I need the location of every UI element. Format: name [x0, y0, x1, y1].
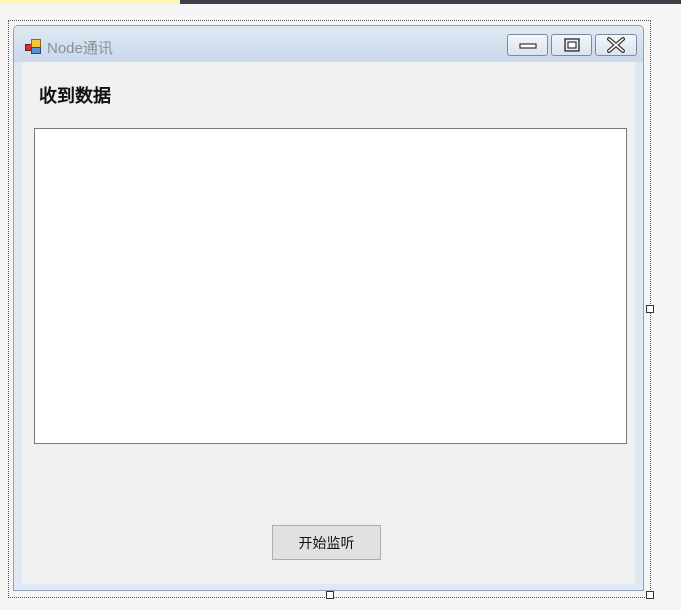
form-client-area: 收到数据 开始监听	[22, 62, 635, 584]
designer-surface: Node通讯 收到数据 开始监听	[8, 20, 654, 599]
maximize-icon	[563, 38, 580, 52]
start-listening-button[interactable]: 开始监听	[272, 525, 381, 560]
minimize-button[interactable]	[507, 34, 548, 56]
close-icon	[607, 37, 625, 53]
form-window: Node通讯 收到数据 开始监听	[13, 25, 644, 591]
title-bar[interactable]: Node通讯	[14, 26, 643, 62]
window-title: Node通讯	[47, 40, 113, 57]
host-top-bar	[0, 0, 681, 4]
resize-handle-bottom[interactable]	[326, 591, 334, 599]
resize-handle-corner[interactable]	[646, 591, 654, 599]
resize-handle-right[interactable]	[646, 305, 654, 313]
maximize-button[interactable]	[551, 34, 592, 56]
minimize-icon	[518, 43, 537, 49]
host-tab-accent	[0, 0, 180, 4]
app-icon	[25, 39, 42, 55]
received-data-label: 收到数据	[39, 86, 111, 107]
close-button[interactable]	[595, 34, 637, 56]
received-data-textbox[interactable]	[34, 128, 627, 444]
